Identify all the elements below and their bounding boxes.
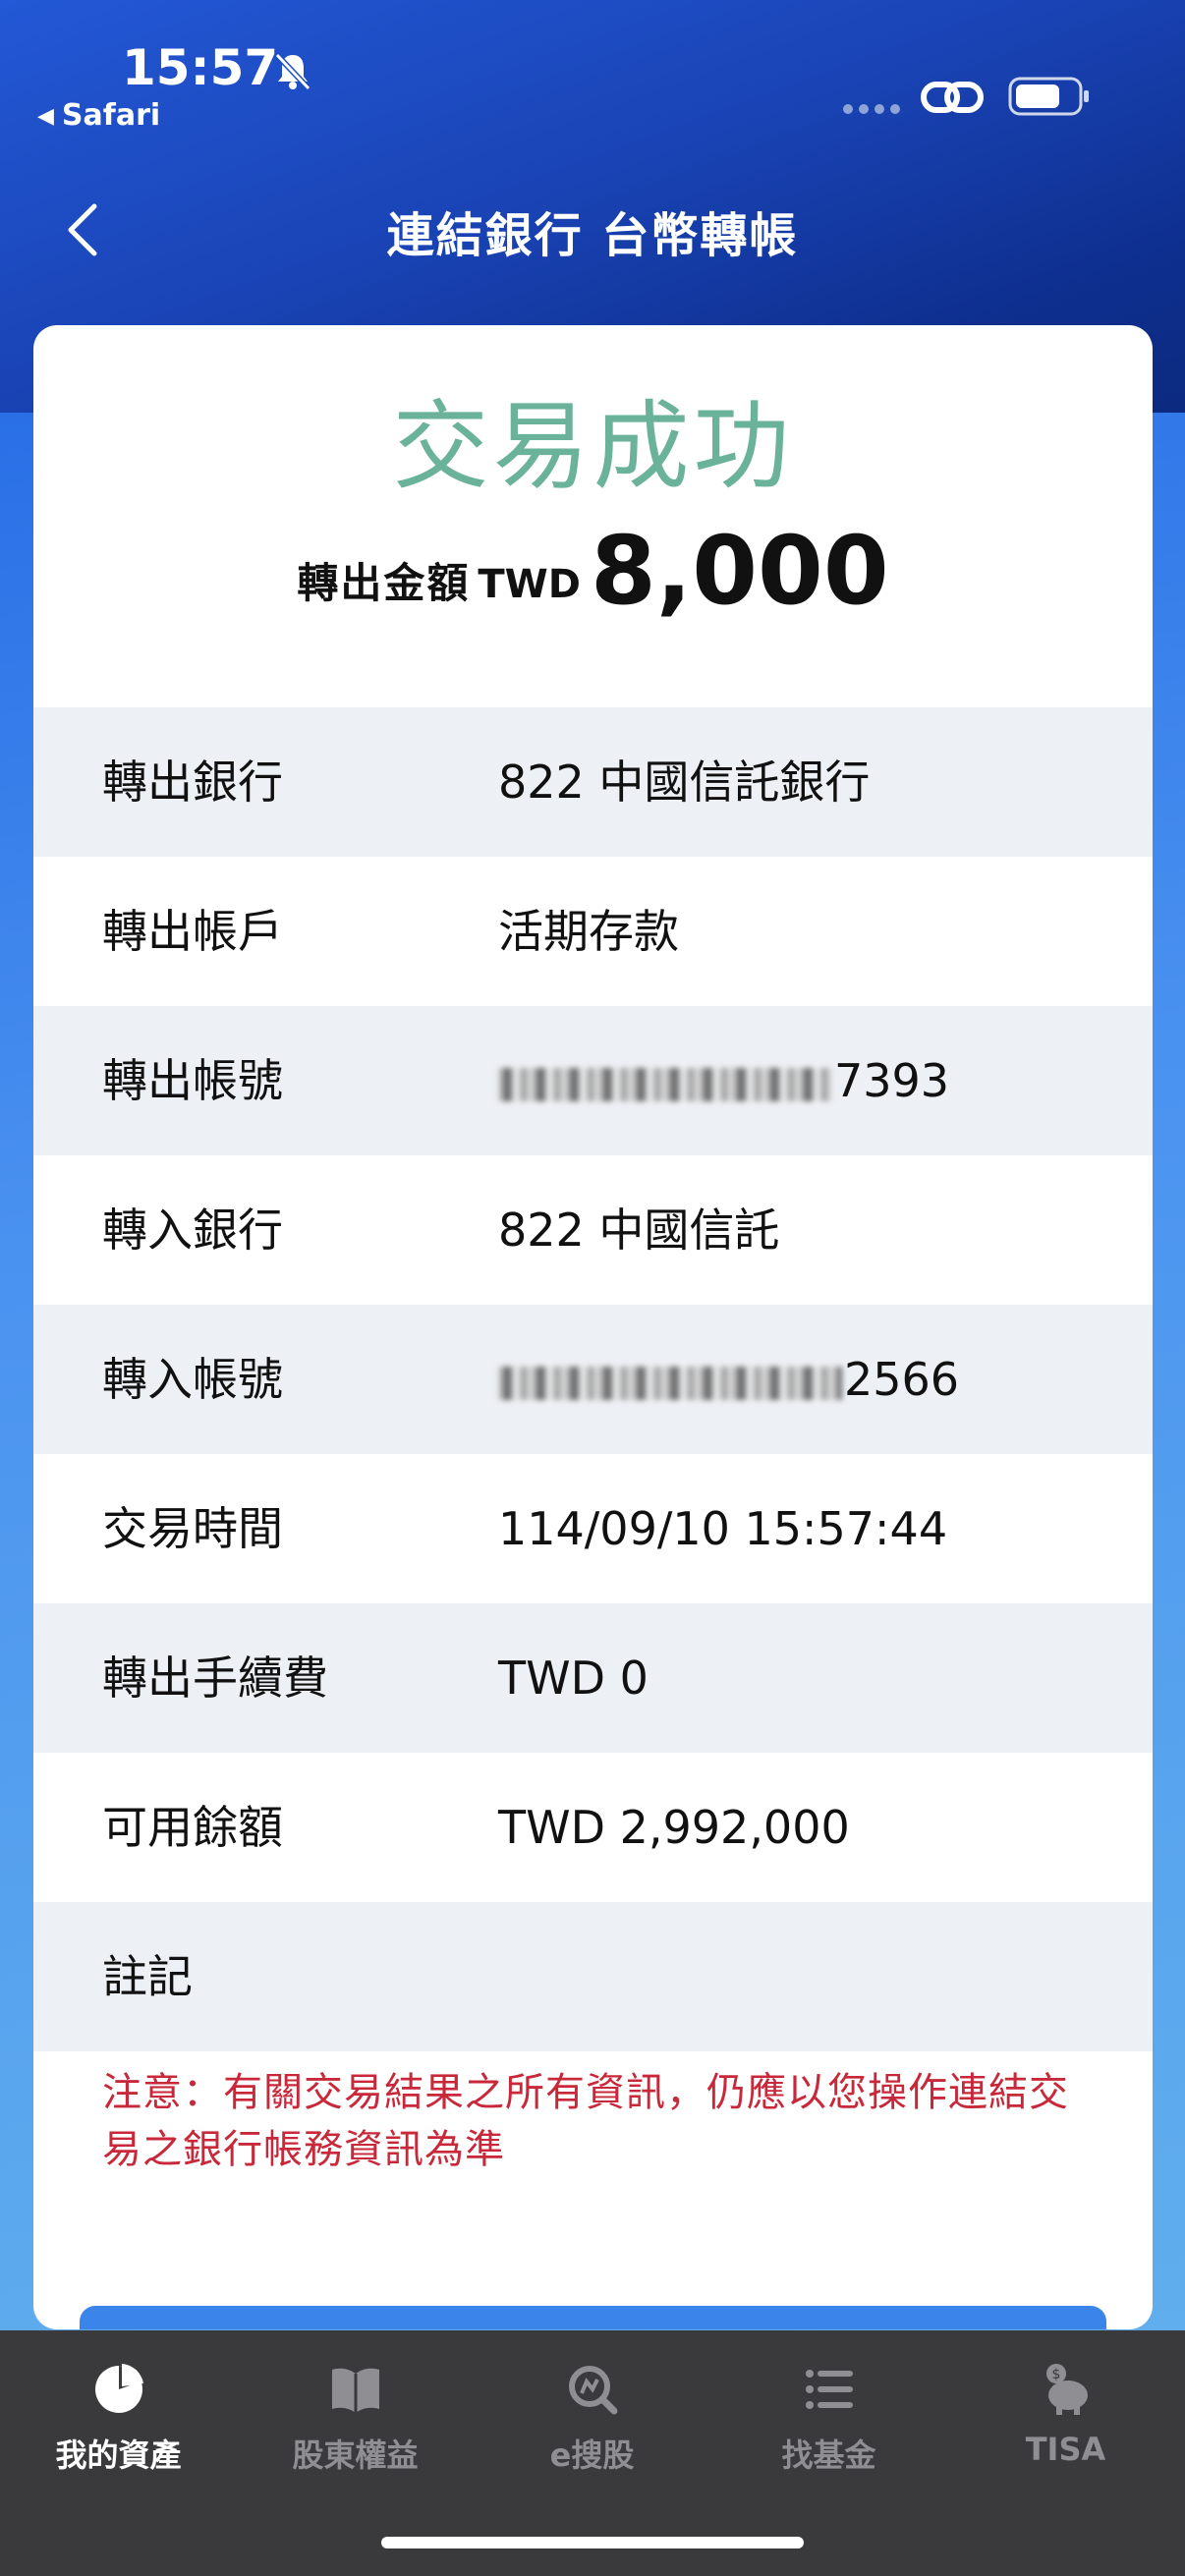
detail-value: TWD 2,992,000 — [498, 1801, 850, 1854]
battery-icon — [1008, 77, 1089, 116]
detail-label: 可用餘額 — [102, 1801, 283, 1854]
page-title: 連結銀行 台幣轉帳 — [386, 208, 799, 263]
detail-label: 交易時間 — [102, 1502, 283, 1555]
detail-value-masked: 2566 — [498, 1305, 959, 1454]
stock-search-icon — [568, 2366, 617, 2415]
home-indicator[interactable] — [381, 2537, 804, 2548]
detail-row: 轉出銀行 822 中國信託銀行 — [33, 707, 1153, 857]
detail-row: 轉入帳號 2566 — [33, 1305, 1153, 1454]
detail-label: 轉出帳戶 — [102, 905, 283, 958]
status-time: 15:57 — [122, 39, 279, 96]
pie-chart-icon — [94, 2364, 143, 2413]
amount-currency: TWD — [478, 562, 581, 607]
svg-text:$: $ — [1051, 2367, 1060, 2382]
back-to-app-link[interactable]: ◀ Safari — [37, 98, 160, 133]
detail-row: 交易時間 114/09/10 15:57:44 — [33, 1454, 1153, 1603]
tab-my-assets[interactable]: 我的資產 — [0, 2360, 237, 2476]
tab-label: 我的資產 — [55, 2436, 182, 2474]
link-icon — [921, 82, 984, 113]
tab-label: 股東權益 — [292, 2436, 419, 2474]
account-suffix: 2566 — [844, 1353, 960, 1406]
tab-stock-search[interactable]: e搜股 — [474, 2360, 710, 2476]
tab-tisa[interactable]: $ TISA — [947, 2360, 1184, 2468]
success-title: 交易成功 — [392, 391, 794, 503]
book-icon — [331, 2368, 379, 2413]
notice-text: 注意：有關交易結果之所有資訊，仍應以您操作連結交易之銀行帳務資訊為準 — [102, 2070, 1069, 2172]
primary-action-button[interactable] — [80, 2306, 1106, 2329]
masked-account-blur — [498, 1067, 832, 1101]
detail-label: 轉出手續費 — [102, 1652, 328, 1705]
amount-label: 轉出金額 — [297, 559, 471, 607]
piggy-bank-icon: $ — [1045, 2364, 1088, 2415]
tab-label: e搜股 — [549, 2436, 635, 2474]
bell-muted-icon — [274, 52, 311, 91]
detail-value: 114/09/10 15:57:44 — [498, 1502, 948, 1555]
transaction-result-card: 交易成功 轉出金額 TWD 8,000 轉出銀行 822 中國信託銀行 轉出帳戶 活… — [33, 325, 1153, 2329]
detail-label: 轉入帳號 — [102, 1353, 283, 1406]
detail-value-masked: 7393 — [498, 1006, 949, 1155]
list-icon — [805, 2370, 853, 2409]
detail-value: TWD 0 — [498, 1652, 649, 1705]
signal-dots-icon — [843, 104, 900, 114]
back-app-label: Safari — [61, 98, 161, 133]
tab-shareholder-rights[interactable]: 股東權益 — [237, 2360, 474, 2476]
detail-label: 轉出銀行 — [102, 756, 283, 809]
detail-label: 轉出帳號 — [102, 1054, 283, 1107]
detail-list: 轉出銀行 822 中國信託銀行 轉出帳戶 活期存款 轉出帳號 7393 轉入銀行… — [33, 707, 1153, 2051]
transfer-amount: 轉出金額 TWD 8,000 — [33, 516, 1153, 626]
detail-value: 活期存款 — [498, 905, 679, 958]
detail-value: 822 中國信託 — [498, 1204, 780, 1257]
detail-row: 轉入銀行 822 中國信託 — [33, 1155, 1153, 1305]
detail-row: 轉出帳號 7393 — [33, 1006, 1153, 1155]
account-suffix: 7393 — [834, 1054, 950, 1107]
amount-value: 8,000 — [590, 516, 889, 626]
detail-label: 註記 — [102, 1950, 193, 2003]
detail-row: 轉出帳戶 活期存款 — [33, 857, 1153, 1006]
detail-value: 822 中國信託銀行 — [498, 756, 871, 809]
detail-row: 註記 — [33, 1902, 1153, 2051]
tab-label: TISA — [1025, 2431, 1106, 2468]
bottom-tab-bar: 我的資產 股東權益 e搜股 找基金 $ TISA — [0, 2330, 1185, 2576]
detail-row: 可用餘額 TWD 2,992,000 — [33, 1753, 1153, 1902]
detail-label: 轉入銀行 — [102, 1204, 283, 1257]
tab-label: 找基金 — [781, 2436, 876, 2474]
tab-find-fund[interactable]: 找基金 — [710, 2360, 947, 2476]
detail-row: 轉出手續費 TWD 0 — [33, 1603, 1153, 1753]
back-triangle-icon: ◀ — [37, 104, 54, 129]
masked-account-blur — [498, 1366, 842, 1400]
